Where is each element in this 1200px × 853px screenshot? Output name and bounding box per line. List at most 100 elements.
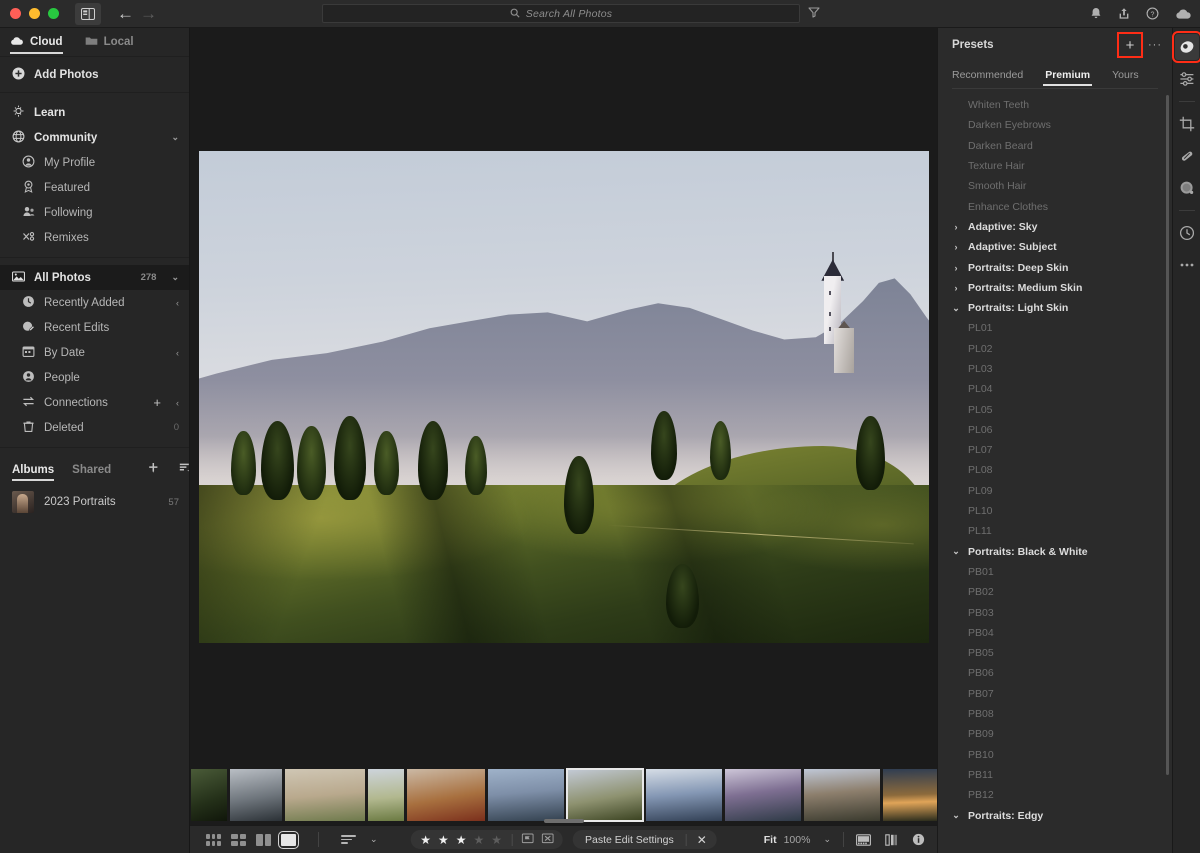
sidebar-item-all-photos[interactable]: All Photos 278 ⌄ [0,265,189,290]
filter-icon[interactable] [808,5,820,23]
maximize-window-button[interactable] [48,8,59,19]
chevron-down-icon[interactable]: ⌄ [952,810,960,821]
presets-icon[interactable] [1175,34,1199,60]
sidebar-item-by-date[interactable]: By Date ‹ [0,340,189,365]
preset-row[interactable]: Darken Eyebrows [938,115,1172,135]
add-album-icon[interactable] [147,461,160,479]
preset-group-row[interactable]: ›Portraits: Deep Skin [938,257,1172,277]
flag-reject-icon[interactable] [542,831,554,849]
preset-row[interactable]: Darken Beard [938,136,1172,156]
preset-row[interactable]: PL05 [938,399,1172,419]
preset-row[interactable]: PL03 [938,359,1172,379]
star-3[interactable]: ★ [456,834,467,846]
preset-row[interactable]: PB12 [938,785,1172,805]
star-4[interactable]: ★ [473,834,484,846]
filmstrip-thumb-highway-overpass[interactable] [230,769,282,821]
filmstrip-thumb-golden-sunset-valley[interactable] [883,769,937,821]
preset-row[interactable]: Whiten Teeth [938,95,1172,115]
sidebar-item-learn[interactable]: Learn [0,100,189,125]
preset-row[interactable]: PB05 [938,643,1172,663]
before-after-icon[interactable] [885,834,898,846]
preset-row[interactable]: PL07 [938,440,1172,460]
preset-row[interactable]: PL09 [938,481,1172,501]
sidebar-item-community[interactable]: Community ⌄ [0,125,189,150]
preset-row[interactable]: PB11 [938,765,1172,785]
zoom-controls[interactable]: Fit 100% ⌄ [764,834,843,846]
chevron-down-icon[interactable]: ⌄ [952,303,960,314]
tab-yours[interactable]: Yours [1112,62,1138,88]
filmstrip-thumb-lone-joshua-tree[interactable] [368,769,404,821]
presets-more-options-button[interactable]: ··· [1146,35,1164,55]
sidebar-item-featured[interactable]: Featured [0,175,189,200]
preset-row[interactable]: PL02 [938,339,1172,359]
close-icon[interactable]: ✕ [687,833,717,847]
preset-row[interactable]: PL08 [938,460,1172,480]
star-2[interactable]: ★ [438,834,449,846]
chevron-down-icon[interactable]: ⌄ [171,132,179,143]
chevron-left-icon[interactable]: ‹ [176,298,179,308]
help-icon[interactable]: ? [1146,7,1159,20]
filmstrip-toggle-icon[interactable] [856,834,871,846]
flag-pick-icon[interactable] [522,831,534,849]
chevron-right-icon[interactable]: › [952,283,960,293]
sidebar-item-people[interactable]: People [0,365,189,390]
filmstrip-thumb-rocky-ridge-sunset[interactable] [804,769,880,821]
back-arrow-icon[interactable]: ← [117,5,134,22]
chevron-right-icon[interactable]: › [952,263,960,273]
crop-icon[interactable] [1175,111,1199,137]
compare-view-button[interactable] [256,834,271,846]
chevron-left-icon[interactable]: ‹ [176,348,179,358]
star-5[interactable]: ★ [491,834,502,846]
tab-recommended[interactable]: Recommended [952,62,1023,88]
more-options-icon[interactable] [1175,252,1199,278]
preset-row[interactable]: PB09 [938,724,1172,744]
chevron-down-icon[interactable]: ⌄ [171,272,179,283]
close-window-button[interactable] [10,8,21,19]
history-icon[interactable] [1175,220,1199,246]
preset-row[interactable]: PB01 [938,562,1172,582]
sidebar-item-following[interactable]: Following [0,200,189,225]
preset-row[interactable]: PB03 [938,602,1172,622]
square-grid-view-button[interactable] [231,834,246,846]
healing-brush-icon[interactable] [1175,143,1199,169]
sidebar-item-recently-added[interactable]: Recently Added ‹ [0,290,189,315]
info-icon[interactable] [912,833,925,846]
sidebar-item-my-profile[interactable]: My Profile [0,150,189,175]
presets-list[interactable]: Whiten TeethDarken EyebrowsDarken BeardT… [938,93,1172,853]
chevron-left-icon[interactable]: ‹ [176,398,179,408]
sidebar-item-recent-edits[interactable]: Recent Edits [0,315,189,340]
filmstrip-thumb-purple-dawn-lake[interactable] [725,769,801,821]
minimize-window-button[interactable] [29,8,40,19]
tab-albums[interactable]: Albums [12,455,54,485]
source-tab-cloud[interactable]: Cloud [10,28,63,57]
share-icon[interactable] [1118,7,1130,20]
preset-row[interactable]: PL01 [938,318,1172,338]
sort-icon[interactable] [341,835,356,844]
presets-scrollbar[interactable] [1166,95,1169,775]
preset-row[interactable]: Enhance Clothes [938,196,1172,216]
star-rating[interactable]: ★ ★ ★ ★ ★ [410,834,512,846]
forward-arrow-icon[interactable]: → [140,5,157,22]
filmstrip[interactable] [190,765,937,825]
preset-row[interactable]: PL11 [938,521,1172,541]
preset-row[interactable]: PB04 [938,623,1172,643]
preset-group-row[interactable]: ›Adaptive: Subject [938,237,1172,257]
tab-premium[interactable]: Premium [1045,62,1090,88]
filmstrip-thumb-red-rock-butte[interactable] [407,769,485,821]
preset-row[interactable]: PL04 [938,379,1172,399]
filmstrip-thumb-desert-joshua-tree[interactable] [285,769,365,821]
add-photos-button[interactable]: Add Photos [0,57,189,93]
preset-row[interactable]: PL10 [938,501,1172,521]
preset-row[interactable]: PL06 [938,420,1172,440]
add-connection-icon[interactable]: + [153,395,161,410]
star-1[interactable]: ★ [420,834,431,846]
edit-sliders-icon[interactable] [1175,66,1199,92]
search-input[interactable]: Search All Photos [322,4,800,23]
preset-row[interactable]: Smooth Hair [938,176,1172,196]
preset-row[interactable]: PB02 [938,582,1172,602]
preset-row[interactable]: PB10 [938,745,1172,765]
sidebar-item-remixes[interactable]: Remixes [0,225,189,250]
preset-row[interactable]: PB06 [938,663,1172,683]
cloud-status-icon[interactable] [1175,8,1192,20]
grid-view-button[interactable] [206,834,221,846]
